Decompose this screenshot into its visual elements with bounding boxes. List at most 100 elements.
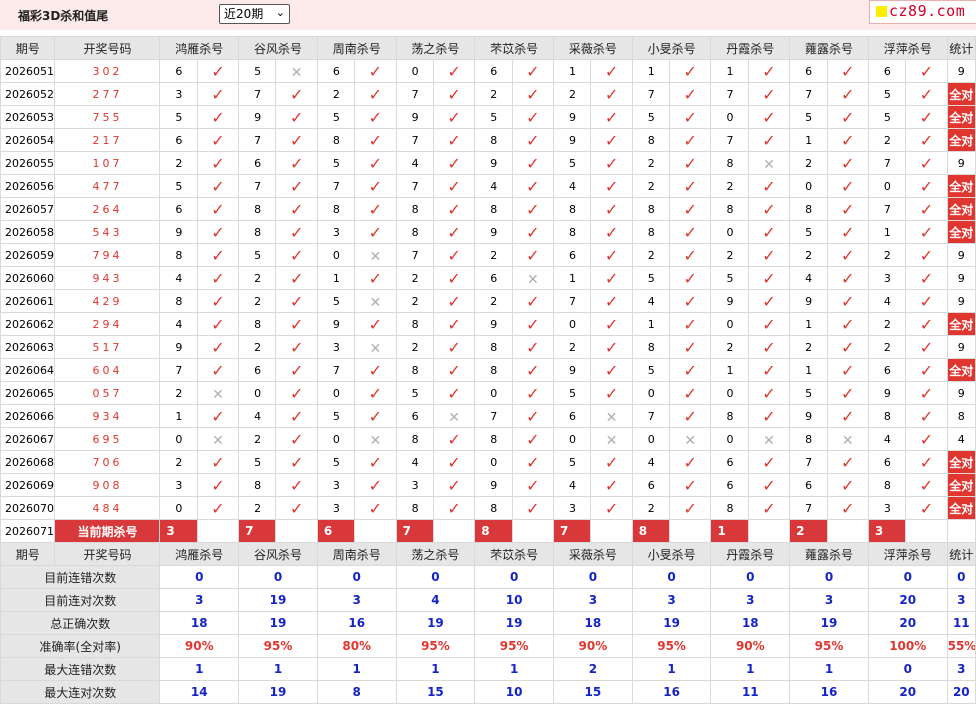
check-icon: ✓ [747, 404, 791, 428]
table-row: 2026058 543 9 ✓ 8 ✓ 3 ✓ 8 ✓ 9 ✓ 8 ✓ 8 ✓ 0 ✓ 5 ✓ 1 ✓ 全对 [0, 220, 976, 244]
kill-value: 2 [710, 174, 749, 198]
kill-value: 3 [316, 496, 356, 520]
check-icon: ✓ [196, 450, 240, 474]
check-icon: ✓ [590, 358, 633, 382]
check-icon: ✓ [511, 473, 555, 497]
check-icon: ✓ [590, 450, 633, 474]
check-icon: ✓ [275, 473, 318, 497]
all-correct-badge: 全对 [946, 174, 976, 198]
summary-value: 95% [789, 634, 869, 658]
kill-value: 5 [553, 381, 592, 405]
check-icon: ✓ [669, 243, 712, 267]
check-icon: ✓ [275, 289, 318, 313]
summary-value: 3 [710, 588, 791, 612]
check-icon: ✓ [747, 335, 791, 359]
table-row: 2026063 517 9 ✓ 2 ✓ 3 ✕ 2 ✓ 8 ✓ 2 ✓ 8 ✓ 2 ✓ 2 ✓ 2 ✓ 9 [0, 335, 976, 359]
kill-value: 8 [159, 289, 198, 313]
check-icon: ✓ [826, 59, 869, 83]
all-correct-badge: 全对 [946, 128, 976, 152]
check-icon: ✓ [590, 174, 633, 198]
kill-value: 2 [867, 128, 907, 152]
draw-numbers: 706 [54, 450, 161, 474]
kill-value: 2 [238, 335, 277, 359]
period-select[interactable]: 近20期 ⌄ [219, 4, 290, 24]
summary-row: 目前连错次数 0 0 0 0 0 0 0 0 0 0 0 [0, 565, 976, 589]
kill-value: 2 [631, 243, 671, 267]
kill-value: 8 [474, 427, 513, 451]
header-expert: 蕹露杀号 [789, 542, 869, 566]
kill-value: 6 [710, 450, 749, 474]
top-bar: 福彩3D杀和值尾 近20期 ⌄ cz89.com [0, 0, 976, 30]
kill-value: 1 [631, 59, 671, 83]
current-issue: 2026071 [0, 519, 56, 543]
summary-value: 1 [316, 657, 397, 681]
summary-value: 0 [316, 565, 397, 589]
check-icon: ✓ [196, 404, 240, 428]
check-icon: ✓ [905, 427, 948, 451]
kill-value: 8 [789, 427, 828, 451]
check-icon: ✓ [590, 473, 633, 497]
check-icon: ✓ [432, 381, 476, 405]
all-correct-badge: 全对 [946, 496, 976, 520]
kill-value: 5 [789, 105, 828, 129]
kill-value: 8 [316, 128, 356, 152]
kill-value: 8 [238, 197, 277, 221]
summary-value: 100% [867, 634, 948, 658]
check-icon: ✓ [275, 105, 318, 129]
kill-value: 2 [867, 243, 907, 267]
summary-value: 0 [159, 565, 240, 589]
check-icon: ✓ [747, 496, 791, 520]
check-icon: ✓ [275, 174, 318, 198]
kill-value: 5 [789, 381, 828, 405]
draw-numbers: 429 [54, 289, 161, 313]
kill-value: 7 [867, 197, 907, 221]
cross-icon: ✕ [432, 404, 476, 428]
kill-value: 2 [395, 335, 434, 359]
summary-value: 19 [395, 611, 476, 635]
kill-value: 5 [867, 105, 907, 129]
empty-cell [275, 519, 318, 543]
header-row: 期号 开奖号码 鸿雁杀号 谷风杀号 周南杀号 荡之杀号 芣苡杀号 采薇杀号 小旻杀号 丹霞杀号 蕹露… [0, 542, 976, 566]
check-icon: ✓ [511, 450, 555, 474]
check-icon: ✓ [905, 59, 948, 83]
summary-row: 最大连错次数 1 1 1 1 1 2 1 1 1 0 3 [0, 657, 976, 681]
kill-value: 7 [710, 82, 749, 106]
kill-value: 0 [395, 59, 434, 83]
kill-value: 7 [395, 128, 434, 152]
check-icon: ✓ [905, 151, 948, 175]
check-icon: ✓ [590, 496, 633, 520]
kill-value: 3 [553, 496, 592, 520]
header-expert: 谷风杀号 [238, 36, 318, 60]
kill-value: 0 [789, 174, 828, 198]
check-icon: ✓ [511, 496, 555, 520]
summary-value: 0 [553, 565, 633, 589]
kill-value: 0 [316, 381, 356, 405]
kill-value: 9 [238, 105, 277, 129]
chevron-down-icon: ⌄ [275, 6, 285, 19]
kill-value: 2 [238, 289, 277, 313]
check-icon: ✓ [196, 59, 240, 83]
summary-value: 90% [159, 634, 240, 658]
issue-cell: 2026067 [0, 427, 56, 451]
kill-value: 2 [238, 266, 277, 290]
table-row: 2026054 217 6 ✓ 7 ✓ 8 ✓ 7 ✓ 8 ✓ 9 ✓ 8 ✓ 7 ✓ 1 ✓ 2 ✓ 全对 [0, 128, 976, 152]
check-icon: ✓ [432, 358, 476, 382]
kill-value: 4 [789, 266, 828, 290]
check-icon: ✓ [432, 174, 476, 198]
check-icon: ✓ [275, 243, 318, 267]
check-icon: ✓ [275, 128, 318, 152]
kill-value: 2 [474, 289, 513, 313]
header-expert: 丹霞杀号 [710, 36, 791, 60]
empty-cell [946, 519, 976, 543]
check-icon: ✓ [747, 105, 791, 129]
check-icon: ✓ [275, 312, 318, 336]
check-icon: ✓ [196, 105, 240, 129]
kill-value: 9 [316, 312, 356, 336]
stat-count: 9 [946, 243, 976, 267]
check-icon: ✓ [905, 335, 948, 359]
check-icon: ✓ [590, 197, 633, 221]
issue-cell: 2026068 [0, 450, 56, 474]
site-logo[interactable]: cz89.com [869, 0, 976, 24]
table-row: 2026057 264 6 ✓ 8 ✓ 8 ✓ 8 ✓ 8 ✓ 8 ✓ 8 ✓ 8 ✓ 8 ✓ 7 ✓ 全对 [0, 197, 976, 221]
summary-value: 18 [553, 611, 633, 635]
